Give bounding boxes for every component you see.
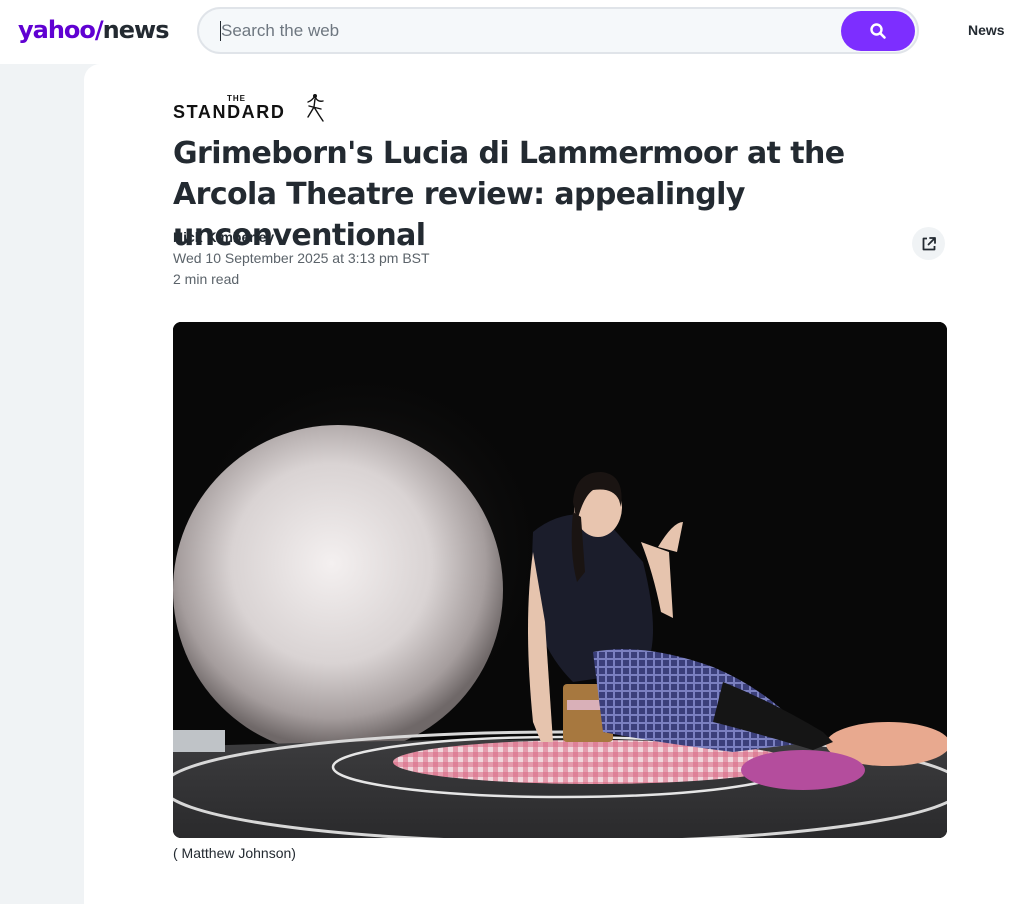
author-name[interactable]: Nick Kimberley (173, 229, 274, 245)
stage-photo (173, 322, 947, 838)
read-time: 2 min read (173, 271, 240, 287)
image-caption: ( Matthew Johnson) (173, 845, 296, 861)
search-button[interactable] (841, 11, 915, 51)
nav-link-news[interactable]: News (968, 22, 1005, 38)
dancer-emblem-icon (307, 94, 324, 122)
search-bar (197, 7, 919, 54)
search-icon (870, 23, 886, 39)
article-hero-image[interactable] (173, 322, 947, 838)
top-bar: yahoo/news News (0, 0, 1024, 64)
logo-primary: yahoo/ (18, 16, 104, 44)
logo-secondary: news (102, 16, 170, 44)
yahoo-news-logo[interactable]: yahoo/news (18, 14, 169, 46)
search-input[interactable] (221, 18, 821, 44)
publish-date: Wed 10 September 2025 at 3:13 pm BST (173, 250, 430, 266)
open-external-button[interactable] (912, 227, 945, 260)
source-logo-name: STANDARD (173, 102, 286, 122)
article-headline: Grimeborn's Lucia di Lammermoor at the A… (173, 136, 845, 253)
external-link-icon (922, 236, 936, 250)
